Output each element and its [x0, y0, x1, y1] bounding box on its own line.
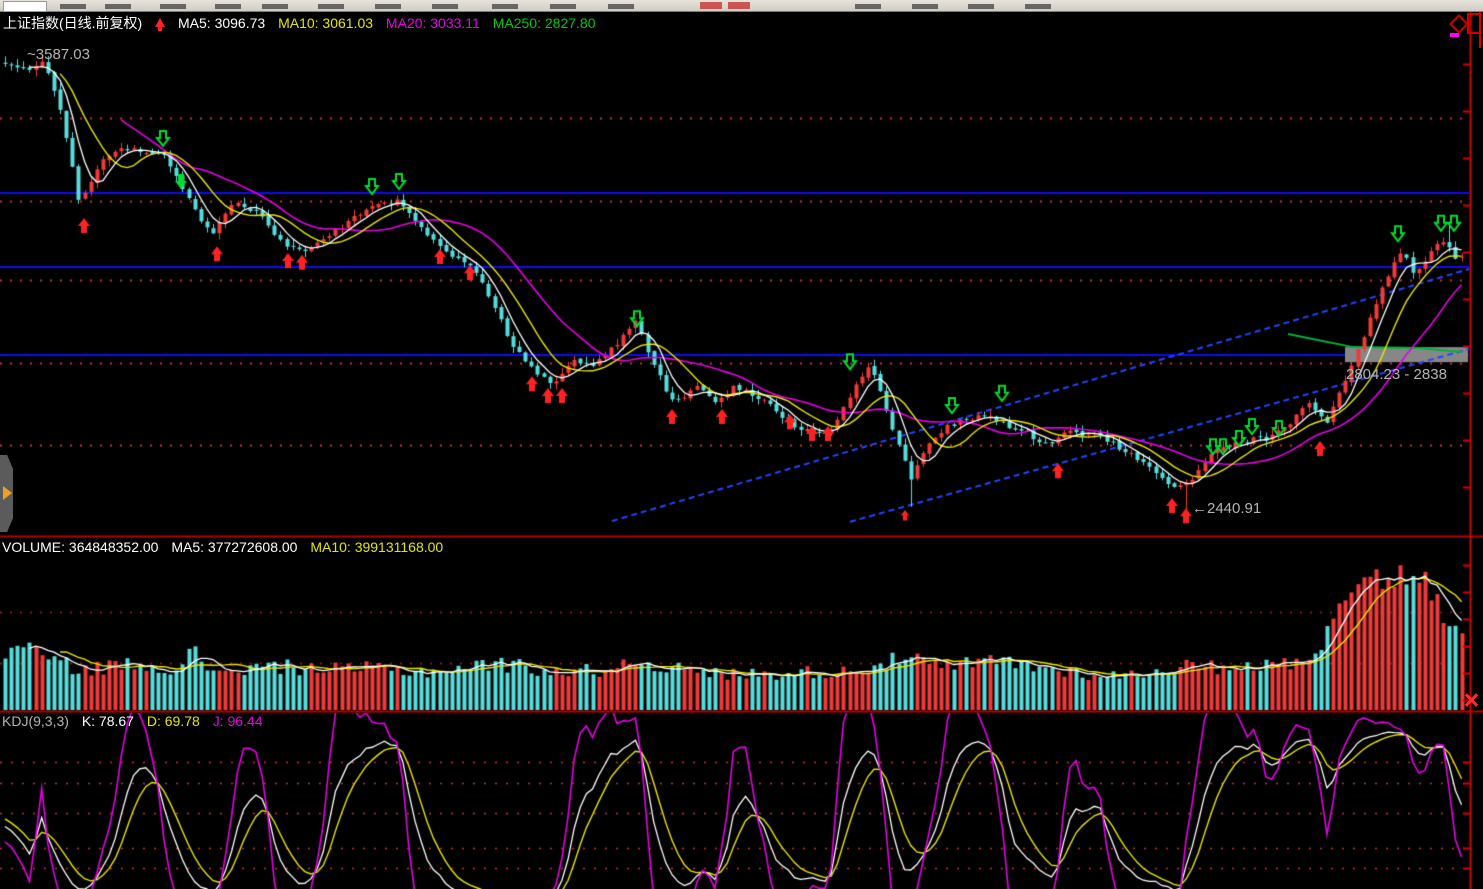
volume-ma5-label: MA5: 377272608.00 — [171, 539, 297, 555]
ma20-label: MA20: 3033.11 — [386, 15, 480, 31]
kdj-k-label: K: 78.67 — [82, 713, 134, 729]
toolbar-item-stub — [855, 4, 881, 9]
toolbar-limit-value-stub[interactable] — [700, 2, 722, 9]
magenta-dash-icon — [1450, 33, 1459, 37]
trading-app-screen: 上证指数(日线.前复权) MA5: 3096.73 MA10: 3061.03 … — [0, 0, 1483, 889]
toolbar-input-stub[interactable] — [3, 1, 47, 12]
right-edge-marker — [1479, 12, 1481, 48]
toolbar-item-stub — [492, 4, 518, 9]
close-x-icon[interactable] — [1463, 692, 1479, 708]
toolbar-item-stub — [1025, 4, 1051, 9]
toolbar-item-stub — [912, 4, 938, 9]
ma10-label: MA10: 3061.03 — [278, 15, 373, 31]
toolbar-item-stub — [550, 4, 576, 9]
toolbar-item-stub — [60, 4, 86, 9]
toolbar-item-stub — [432, 4, 458, 9]
kdj-title-row: KDJ(9,3,3) K: 78.67 D: 69.78 J: 96.44 — [2, 713, 272, 729]
toolbar-item-stub — [968, 4, 994, 9]
toolbar-item-stub — [160, 4, 186, 9]
kdj-j-label: J: 96.44 — [213, 713, 263, 729]
toolbar-limit-value-stub[interactable] — [728, 2, 750, 9]
toolbar-item-stub — [608, 4, 634, 9]
symbol-title: 上证指数(日线.前复权) — [3, 15, 142, 31]
ma250-label: MA250: 2827.80 — [493, 15, 596, 31]
main-chart-title-row: 上证指数(日线.前复权) MA5: 3096.73 MA10: 3061.03 … — [3, 13, 604, 33]
play-icon — [3, 486, 12, 500]
kdj-name-label: KDJ(9,3,3) — [2, 713, 69, 729]
volume-ma10-label: MA10: 399131168.00 — [310, 539, 443, 555]
top-toolbar-clipped[interactable] — [0, 0, 1483, 12]
toolbar-item-stub — [262, 4, 288, 9]
chart-canvas[interactable] — [0, 0, 1483, 889]
period-high-label: ~3587.03 — [27, 46, 90, 63]
sidebar-expand-handle[interactable] — [0, 455, 13, 532]
volume-value-label: VOLUME: 364848352.00 — [2, 539, 158, 555]
red-up-arrow-icon — [155, 18, 165, 27]
volume-title-row: VOLUME: 364848352.00 MA5: 377272608.00 M… — [2, 539, 452, 555]
toolbar-item-stub — [318, 4, 344, 9]
toolbar-item-stub — [105, 4, 131, 9]
toolbar-item-stub — [215, 4, 241, 9]
toolbar-item-stub — [375, 4, 401, 9]
period-low-label: ←2440.91 — [1192, 500, 1261, 517]
gap-zone-label: 2804.23 - 2838 — [1346, 366, 1483, 383]
ma5-label: MA5: 3096.73 — [178, 15, 265, 31]
kdj-d-label: D: 69.78 — [147, 713, 200, 729]
